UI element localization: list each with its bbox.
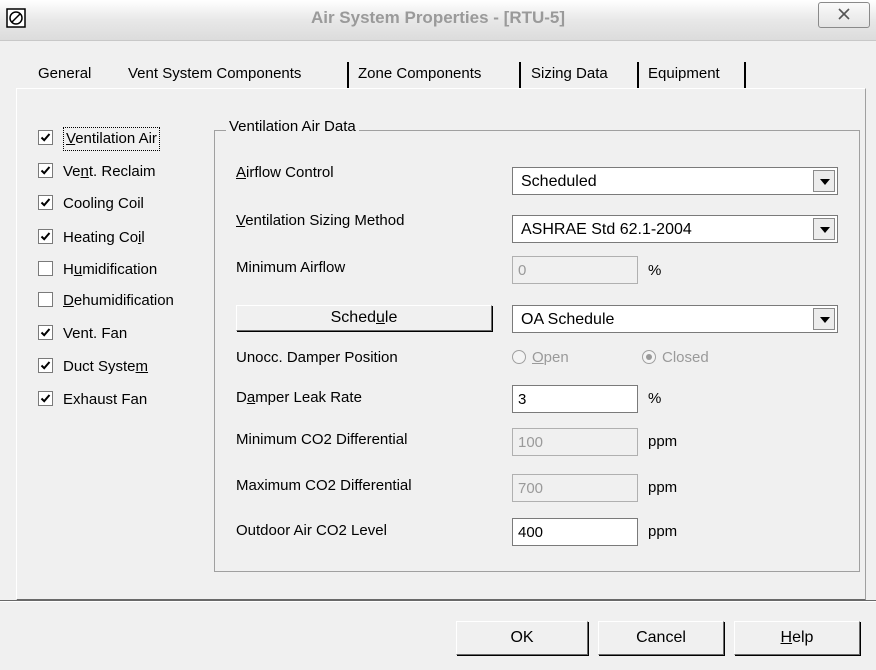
leak-rate-unit: % bbox=[648, 390, 662, 407]
component-label: Duct System bbox=[63, 358, 149, 375]
checkbox[interactable] bbox=[38, 358, 53, 373]
component-checkbox-exhaust-fan[interactable]: Exhaust Fan bbox=[38, 389, 147, 411]
min-airflow-label: Minimum Airflow bbox=[236, 259, 346, 276]
component-label: Ventilation Air bbox=[63, 127, 160, 151]
leak-rate-label: Damper Leak Rate bbox=[236, 389, 362, 406]
radio-open[interactable]: Open bbox=[512, 349, 569, 366]
leak-rate-value: 3 bbox=[518, 391, 527, 408]
checkmark-icon bbox=[40, 361, 51, 370]
max-co2-label: Maximum CO2 Differential bbox=[236, 477, 412, 494]
checkmark-icon bbox=[40, 232, 51, 241]
schedule-dropdown[interactable]: OA Schedule bbox=[512, 305, 838, 333]
sizing-method-dropdown[interactable]: ASHRAE Std 62.1-2004 bbox=[512, 215, 838, 243]
tab-general[interactable]: General bbox=[38, 62, 91, 86]
outdoor-co2-field[interactable]: 400 bbox=[512, 518, 638, 546]
checkmark-icon bbox=[40, 328, 51, 337]
min-co2-value: 100 bbox=[518, 434, 544, 451]
checkbox[interactable] bbox=[38, 292, 53, 307]
airflow-control-value: Scheduled bbox=[521, 173, 597, 190]
radio-open-indicator[interactable] bbox=[512, 350, 526, 364]
checkbox[interactable] bbox=[38, 229, 53, 244]
chevron-down-icon[interactable] bbox=[813, 170, 835, 192]
component-label: Vent. Reclaim bbox=[63, 163, 156, 180]
schedule-button[interactable]: Schedule bbox=[236, 305, 492, 331]
min-airflow-unit: % bbox=[648, 262, 662, 279]
component-checkbox-ventilation-air[interactable]: Ventilation Air bbox=[38, 127, 160, 151]
outdoor-co2-label: Outdoor Air CO2 Level bbox=[236, 522, 387, 539]
component-checkbox-cooling-coil[interactable]: Cooling Coil bbox=[38, 193, 144, 215]
tab-divider bbox=[519, 62, 521, 88]
min-airflow-value: 0 bbox=[518, 262, 527, 279]
component-label: Exhaust Fan bbox=[63, 391, 148, 408]
radio-closed[interactable]: Closed bbox=[642, 349, 709, 366]
component-label: Humidification bbox=[63, 261, 158, 278]
checkmark-icon bbox=[40, 166, 51, 175]
checkmark-icon bbox=[40, 198, 51, 207]
checkbox[interactable] bbox=[38, 195, 53, 210]
outdoor-co2-value: 400 bbox=[518, 524, 544, 541]
min-co2-field[interactable]: 100 bbox=[512, 428, 638, 456]
chevron-down-icon[interactable] bbox=[813, 308, 835, 330]
component-label: Cooling Coil bbox=[63, 195, 144, 212]
checkbox[interactable] bbox=[38, 163, 53, 178]
tab-vent-system-components[interactable]: Vent System Components bbox=[128, 62, 301, 86]
radio-closed-indicator[interactable] bbox=[642, 350, 656, 364]
checkbox[interactable] bbox=[38, 130, 53, 145]
checkbox[interactable] bbox=[38, 261, 53, 276]
max-co2-unit: ppm bbox=[648, 479, 678, 496]
ok-button[interactable]: OK bbox=[456, 621, 588, 655]
component-checkbox-vent-reclaim[interactable]: Vent. Reclaim bbox=[38, 161, 156, 183]
max-co2-value: 700 bbox=[518, 480, 544, 497]
component-checkbox-dehumidification[interactable]: Dehumidification bbox=[38, 290, 174, 312]
close-icon bbox=[838, 8, 850, 20]
component-checkbox-duct-system[interactable]: Duct System bbox=[38, 356, 148, 378]
tab-sizing-data[interactable]: Sizing Data bbox=[531, 62, 608, 86]
component-checkbox-humidification[interactable]: Humidification bbox=[38, 259, 157, 281]
checkbox[interactable] bbox=[38, 391, 53, 406]
sizing-method-value: ASHRAE Std 62.1-2004 bbox=[521, 221, 692, 238]
checkbox[interactable] bbox=[38, 325, 53, 340]
airflow-control-dropdown[interactable]: Scheduled bbox=[512, 167, 838, 195]
sizing-method-label: Ventilation Sizing Method bbox=[236, 212, 405, 229]
schedule-value: OA Schedule bbox=[521, 311, 615, 328]
tab-divider bbox=[637, 62, 639, 88]
cancel-button[interactable]: Cancel bbox=[598, 621, 724, 655]
leak-rate-field[interactable]: 3 bbox=[512, 385, 638, 413]
outdoor-co2-unit: ppm bbox=[648, 523, 678, 540]
radio-closed-label: Closed bbox=[662, 349, 709, 366]
component-label: Dehumidification bbox=[63, 292, 174, 309]
footer-divider bbox=[0, 600, 876, 602]
component-checkbox-heating-coil[interactable]: Heating Coil bbox=[38, 227, 145, 249]
min-airflow-field[interactable]: 0 bbox=[512, 256, 638, 284]
tab-zone-components[interactable]: Zone Components bbox=[358, 62, 481, 86]
chevron-down-icon[interactable] bbox=[813, 218, 835, 240]
tab-divider bbox=[744, 62, 746, 88]
min-co2-unit: ppm bbox=[648, 433, 678, 450]
close-button[interactable] bbox=[818, 2, 870, 28]
max-co2-field[interactable]: 700 bbox=[512, 474, 638, 502]
component-label: Vent. Fan bbox=[63, 325, 128, 342]
airflow-control-label: Airflow Control bbox=[236, 164, 334, 181]
help-button[interactable]: Help bbox=[734, 621, 860, 655]
min-co2-label: Minimum CO2 Differential bbox=[236, 431, 408, 448]
component-checkbox-vent-fan[interactable]: Vent. Fan bbox=[38, 323, 127, 345]
checkmark-icon bbox=[40, 133, 51, 142]
checkmark-icon bbox=[40, 394, 51, 403]
title-bar: Air System Properties - [RTU-5] bbox=[0, 0, 876, 41]
tab-divider bbox=[347, 62, 349, 88]
tab-equipment[interactable]: Equipment bbox=[648, 62, 720, 86]
group-title: Ventilation Air Data bbox=[226, 118, 359, 135]
damper-position-label: Unocc. Damper Position bbox=[236, 349, 398, 366]
component-label: Heating Coil bbox=[63, 229, 145, 246]
window-title: Air System Properties - [RTU-5] bbox=[310, 8, 566, 27]
